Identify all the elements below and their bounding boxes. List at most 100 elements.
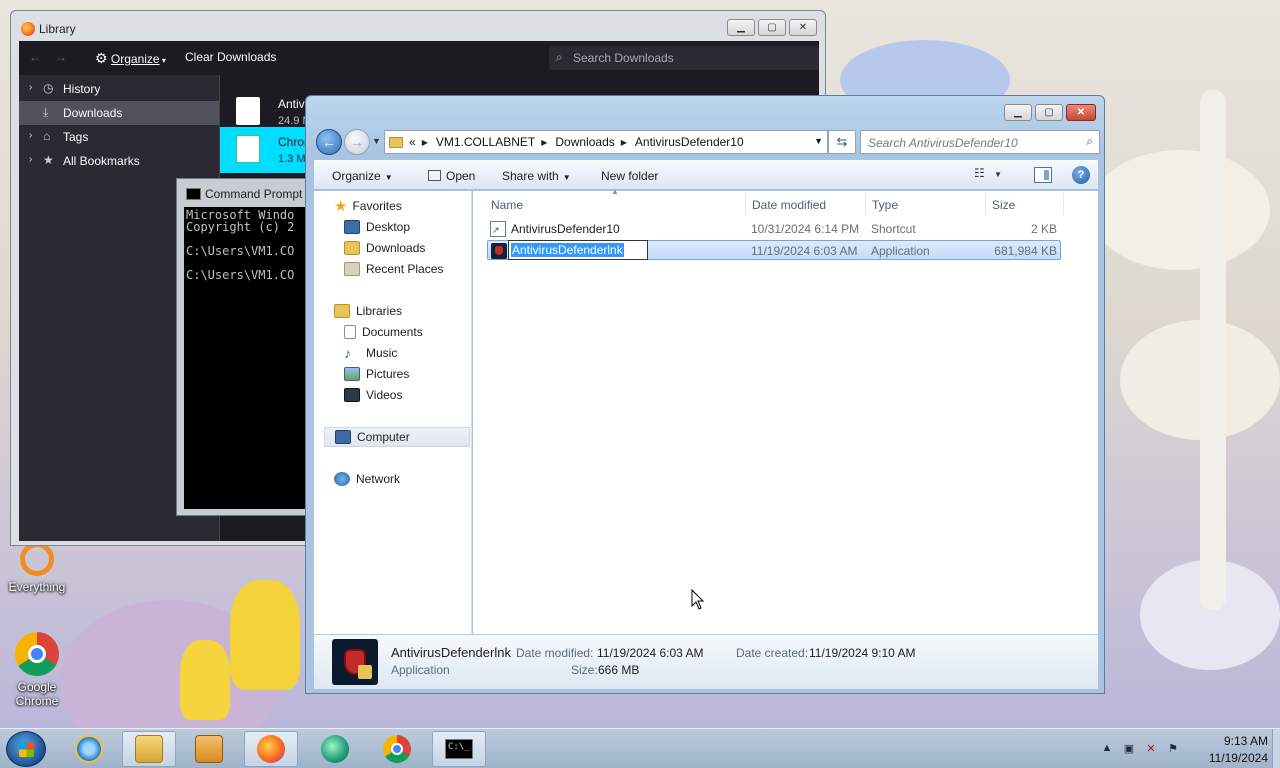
back-arrow-icon[interactable]: ←: [29, 50, 41, 64]
sidebar-item-history[interactable]: › ◷ History: [19, 77, 219, 101]
desktop-icon-label: Google Chrome: [15, 680, 59, 708]
organize-menu[interactable]: ⚙ Organize ▾: [95, 50, 166, 67]
column-header-date-modified[interactable]: Date modified: [752, 198, 826, 212]
clock-time[interactable]: 9:13 AM: [1224, 734, 1268, 748]
chevron-down-icon[interactable]: ▼: [814, 136, 823, 146]
back-button[interactable]: ←: [316, 129, 342, 155]
breadcrumb-separator-icon[interactable]: ▶: [422, 138, 428, 147]
chevron-right-icon[interactable]: ›: [29, 82, 32, 93]
wallpaper-shape: [1090, 150, 1270, 270]
breadcrumb-segment[interactable]: VM1.COLLABNET: [436, 135, 535, 149]
nav-item-documents[interactable]: Documents: [344, 322, 423, 342]
breadcrumb-separator-icon[interactable]: ▶: [621, 138, 627, 147]
wallpaper-shape: [180, 640, 230, 720]
nav-item-downloads[interactable]: Downloads: [344, 238, 425, 258]
taskbar-internet-explorer[interactable]: [62, 731, 116, 767]
column-header-type[interactable]: Type: [872, 198, 898, 212]
wallpaper-shape: [1200, 90, 1226, 610]
file-row[interactable]: ↗ AntivirusDefender10 10/31/2024 6:14 PM…: [487, 219, 1061, 239]
sidebar-item-all-bookmarks[interactable]: › ★ All Bookmarks: [19, 149, 219, 173]
taskbar-media-player[interactable]: [182, 731, 236, 767]
close-button[interactable]: ✕: [1066, 104, 1096, 121]
nav-item-favorites[interactable]: ★ Favorites: [334, 196, 402, 216]
start-button[interactable]: [6, 731, 46, 767]
file-name: AntivirusDefender10: [511, 222, 620, 236]
clock-icon: ◷: [43, 81, 54, 95]
column-header-name[interactable]: Name: [491, 198, 523, 212]
preview-pane-button[interactable]: [1034, 167, 1052, 183]
nav-item-pictures[interactable]: Pictures: [344, 364, 409, 384]
chevron-down-icon[interactable]: ▼: [372, 136, 381, 146]
address-overflow[interactable]: «: [409, 135, 416, 149]
nav-item-computer[interactable]: Computer: [324, 427, 470, 447]
desktop-icon-everything[interactable]: Everything: [0, 542, 74, 594]
search-icon[interactable]: ⌕: [1086, 134, 1093, 149]
nav-item-label: Music: [366, 346, 398, 360]
new-folder-button[interactable]: New folder: [601, 169, 658, 183]
taskbar-file-explorer[interactable]: [122, 731, 176, 767]
chevron-right-icon[interactable]: ›: [29, 130, 32, 141]
search-downloads-input[interactable]: ⌕ Search Downloads: [549, 46, 819, 70]
maximize-button[interactable]: ▢: [758, 19, 786, 36]
forward-arrow-icon[interactable]: →: [55, 50, 67, 64]
address-bar[interactable]: « ▶ VM1.COLLABNET ▶ Downloads ▶ Antiviru…: [384, 130, 828, 154]
maximize-button[interactable]: ▢: [1035, 104, 1063, 121]
column-divider[interactable]: [745, 193, 746, 215]
desktop-icon-google-chrome[interactable]: Google Chrome: [0, 632, 74, 708]
nav-item-label: Pictures: [366, 367, 410, 381]
breadcrumb-separator-icon[interactable]: ▶: [541, 138, 547, 147]
nav-item-network[interactable]: Network: [334, 469, 400, 489]
navigation-bar: ← → ▼ « ▶ VM1.COLLABNET ▶ Downloads ▶ An…: [314, 128, 1100, 156]
nav-item-videos[interactable]: Videos: [344, 385, 402, 405]
open-button[interactable]: Open: [428, 169, 475, 183]
clear-downloads-button[interactable]: Clear Downloads: [185, 50, 276, 64]
change-view-button[interactable]: ☷ ▼: [974, 166, 1014, 186]
nav-item-desktop[interactable]: Desktop: [344, 217, 410, 237]
volume-muted-icon[interactable]: ✕: [1144, 742, 1158, 756]
column-divider[interactable]: [1063, 193, 1064, 215]
taskbar-command-prompt[interactable]: C:\_: [432, 731, 486, 767]
share-with-label: Share with: [502, 169, 559, 183]
taskbar-firefox[interactable]: [244, 731, 298, 767]
sidebar-item-downloads[interactable]: ⤓ Downloads: [19, 101, 219, 125]
refresh-button[interactable]: ⇆: [828, 130, 856, 154]
breadcrumb-segment[interactable]: Downloads: [555, 135, 614, 149]
network-icon[interactable]: ▣: [1122, 742, 1136, 756]
sidebar-item-tags[interactable]: › ⌂ Tags: [19, 125, 219, 149]
column-divider[interactable]: [985, 193, 986, 215]
chevron-right-icon[interactable]: ›: [29, 154, 32, 165]
forward-button[interactable]: →: [344, 129, 370, 155]
file-row[interactable]: AntivirusDefenderlnk 11/19/2024 6:03 AM …: [487, 240, 1061, 260]
internet-explorer-icon: [75, 735, 103, 763]
chevron-up-icon[interactable]: ▲: [1100, 742, 1114, 756]
breadcrumb-segment[interactable]: AntivirusDefender10: [635, 135, 744, 149]
minimize-button[interactable]: ▁: [1004, 104, 1032, 121]
videos-icon: [344, 388, 360, 402]
organize-button[interactable]: Organize ▼: [332, 169, 393, 183]
column-header-size[interactable]: Size: [992, 198, 1015, 212]
nav-item-libraries[interactable]: Libraries: [334, 301, 402, 321]
nav-item-recent-places[interactable]: Recent Places: [344, 259, 443, 279]
clock-date[interactable]: 11/19/2024: [1209, 751, 1268, 765]
downloads-icon: [344, 241, 360, 255]
minimize-button[interactable]: ▁: [727, 19, 755, 36]
show-desktop-button[interactable]: [1272, 729, 1280, 768]
search-input[interactable]: Search AntivirusDefender10 ⌕: [860, 130, 1100, 154]
taskbar-app-green[interactable]: [308, 731, 362, 767]
rename-input[interactable]: AntivirusDefenderlnk: [508, 240, 648, 260]
gear-icon: ⚙: [95, 50, 108, 66]
size-label: Size:: [571, 663, 598, 677]
taskbar-chrome[interactable]: [370, 731, 424, 767]
nav-item-label: Downloads: [366, 241, 426, 255]
desktop-icon: [344, 220, 360, 234]
nav-item-label: Documents: [362, 325, 423, 339]
flag-icon[interactable]: ⚑: [1166, 742, 1180, 756]
folder-icon: [389, 136, 403, 148]
file-size: 681,984 KB: [994, 244, 1057, 258]
navigation-pane: ★ Favorites Desktop Downloads Recent Plac…: [314, 191, 472, 634]
help-button[interactable]: ?: [1072, 166, 1090, 184]
nav-item-music[interactable]: ♪ Music: [344, 343, 397, 363]
close-button[interactable]: ✕: [789, 19, 817, 36]
column-divider[interactable]: [865, 193, 866, 215]
share-with-button[interactable]: Share with ▼: [502, 169, 571, 183]
